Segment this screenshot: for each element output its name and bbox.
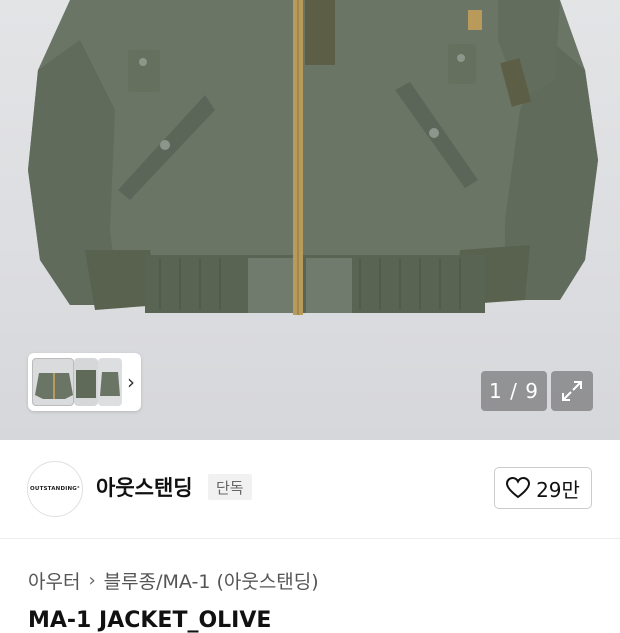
chevron-right-icon[interactable]: › <box>122 365 140 399</box>
chevron-right-icon: › <box>88 570 96 591</box>
thumbnail-1[interactable] <box>32 358 74 406</box>
heart-icon <box>506 477 531 499</box>
thumbnail-3[interactable] <box>98 358 122 406</box>
brand-row: OUTSTANDING° 아웃스탠딩 단독 29만 <box>0 440 620 538</box>
brand-logo[interactable]: OUTSTANDING° <box>27 461 83 517</box>
image-counter: 1 / 9 <box>481 371 547 411</box>
product-image-gallery[interactable]: › 1 / 9 <box>0 0 620 440</box>
product-title: MA-1 JACKET_OLIVE <box>28 608 272 633</box>
brand-name[interactable]: 아웃스탠딩 <box>96 472 193 502</box>
like-button[interactable]: 29만 <box>494 467 592 509</box>
breadcrumb-category[interactable]: 아우터 <box>28 567 80 594</box>
brand-logo-text: OUTSTANDING° <box>30 486 80 492</box>
expand-icon[interactable] <box>551 371 593 411</box>
thumbnail-strip: › <box>28 353 141 411</box>
thumbnail-2[interactable] <box>74 358 98 406</box>
exclusive-badge: 단독 <box>208 474 252 500</box>
breadcrumb-subcategory[interactable]: 블루종/MA-1 (아웃스탠딩) <box>104 567 319 594</box>
breadcrumb: 아우터 › 블루종/MA-1 (아웃스탠딩) <box>28 567 319 594</box>
like-count: 29만 <box>536 477 580 502</box>
divider <box>0 538 620 539</box>
